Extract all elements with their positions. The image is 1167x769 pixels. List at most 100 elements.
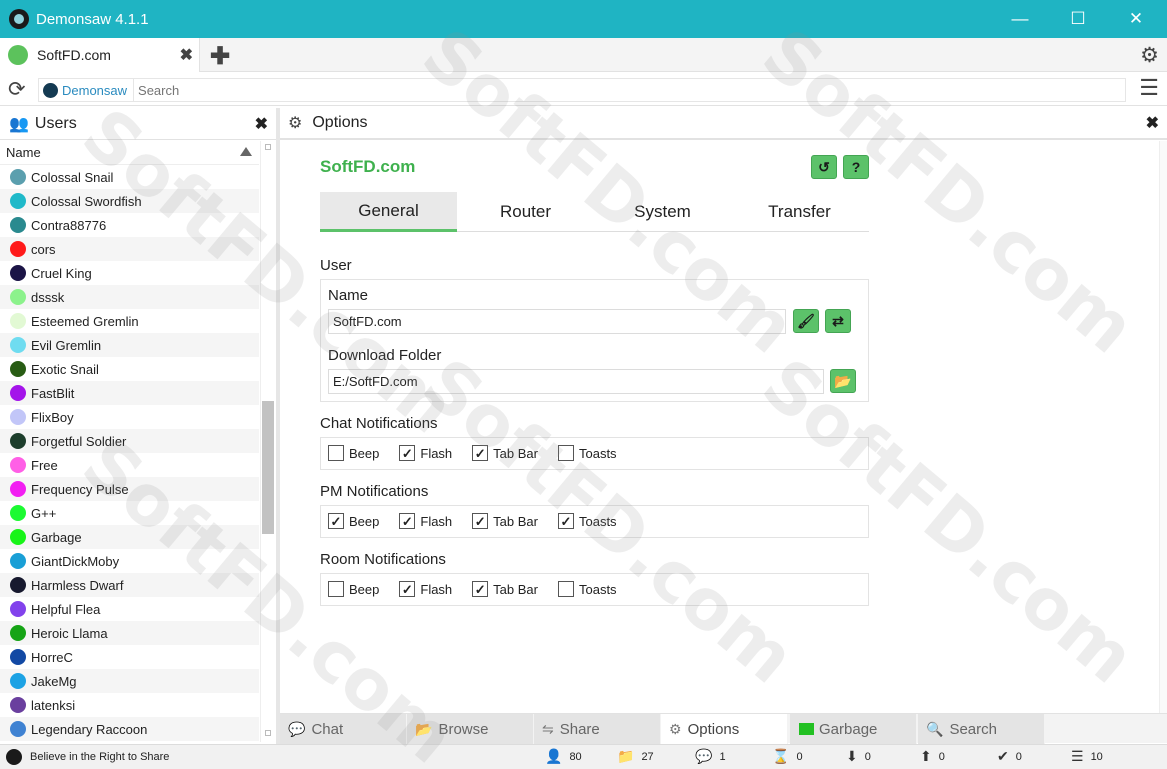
chat-icon: 💬 [288,720,306,737]
chat-icon: 💬 [695,748,713,764]
user-color-dot [10,169,26,185]
sort-up-icon[interactable] [240,147,252,156]
list-item[interactable]: Forgetful Soldier [0,429,259,453]
checkbox-beep[interactable]: Beep [328,581,379,597]
list-item[interactable]: Harmless Dwarf [0,573,259,597]
paint-brush-icon[interactable]: 🖌 [793,309,819,333]
pm-notifications-label: PM Notifications [320,483,429,500]
checkbox-empty-icon[interactable] [557,445,574,461]
checkbox-checked-icon[interactable]: ✓ [472,581,489,597]
tab-router[interactable]: Router [457,192,594,232]
list-item[interactable]: HorreC [0,645,259,669]
list-item[interactable]: GiantDickMoby [0,549,259,573]
checkbox-checked-icon[interactable]: ✓ [399,445,416,461]
list-item[interactable]: FlixBoy [0,405,259,429]
list-item[interactable]: Helpful Flea [0,597,259,621]
list-item[interactable]: FastBlit [0,381,259,405]
checkbox-beep[interactable]: Beep [328,445,379,461]
user-color-dot [10,625,26,641]
search-input[interactable] [133,79,1125,101]
name-column-header[interactable]: Name [0,141,259,165]
checkbox-empty-icon[interactable] [557,581,574,597]
list-item[interactable]: G++ [0,501,259,525]
tab-chat[interactable]: 💬 Chat [280,714,407,744]
demonsaw-logo-icon [43,82,58,98]
add-tab-icon[interactable]: ✚ [210,42,230,71]
checkbox-checked-icon[interactable]: ✓ [557,513,574,529]
list-item[interactable]: cors [0,237,259,261]
user-name: Exotic Snail [31,361,99,377]
checkbox-checked-icon[interactable]: ✓ [399,581,416,597]
tab-softfd[interactable]: SoftFD.com ✖ [0,38,200,72]
checkbox-toasts[interactable]: ✓ Toasts [557,513,617,529]
reset-icon[interactable]: ↺ [811,155,837,179]
site-link[interactable]: Demonsaw [62,83,127,98]
checkbox-checked-icon[interactable]: ✓ [472,445,489,461]
tab-transfer[interactable]: Transfer [731,192,868,232]
tab-options[interactable]: ⚙ Options [661,714,788,744]
list-item[interactable]: Frequency Pulse [0,477,259,501]
tab-browse[interactable]: 📂 Browse [407,714,534,744]
list-item[interactable]: Legendary Raccoon [0,717,259,741]
tab-system[interactable]: System [594,192,731,232]
checkbox-flash[interactable]: ✓ Flash [399,445,452,461]
list-item[interactable]: JakeMg [0,669,259,693]
tab-garbage[interactable]: Garbage [790,714,917,744]
checkbox-label: Flash [420,513,453,529]
checkbox-checked-icon[interactable]: ✓ [399,513,416,529]
users-panel-header: 👥 Users ✖ [0,108,276,140]
list-item[interactable]: Heroic Llama [0,621,259,645]
close-window-button[interactable]: ✕ [1107,0,1165,38]
list-item[interactable]: dsssk [0,285,259,309]
checkbox-checked-icon[interactable]: ✓ [472,513,489,529]
scroll-thumb[interactable] [262,401,274,534]
checkbox-beep[interactable]: ✓ Beep [328,513,379,529]
folder-open-icon[interactable]: 📂 [830,369,856,393]
maximize-button[interactable]: ☐ [1049,0,1107,38]
checkbox-empty-icon[interactable] [328,445,344,461]
checkbox-flash[interactable]: ✓ Flash [399,513,452,529]
user-name: FastBlit [31,385,75,401]
download-folder-field[interactable] [328,369,824,394]
checkbox-flash[interactable]: ✓ Flash [399,581,452,597]
tab-share[interactable]: ⇋ Share [534,714,661,744]
list-item[interactable]: Exotic Snail [0,357,259,381]
checkbox-label: Toasts [578,445,617,461]
shuffle-icon[interactable]: ⇄ [825,309,851,333]
garbage-icon [799,723,814,735]
panel-divider[interactable] [276,108,280,744]
scroll-up-arrow[interactable] [265,144,271,150]
close-users-icon[interactable]: ✖ [255,114,268,134]
checkbox-toasts[interactable]: Toasts [557,581,617,597]
minimize-button[interactable]: — [991,0,1049,38]
help-icon[interactable]: ? [843,155,869,179]
column-label: Name [6,145,41,160]
checkbox-tab-bar[interactable]: ✓ Tab Bar [472,445,538,461]
scroll-down-arrow[interactable] [265,730,271,736]
list-item[interactable]: Esteemed Gremlin [0,309,259,333]
checkbox-empty-icon[interactable] [328,581,344,597]
name-field[interactable] [328,309,786,334]
checkbox-tab-bar[interactable]: ✓ Tab Bar [472,581,538,597]
refresh-icon[interactable]: ⟳ [8,77,26,102]
list-item[interactable]: Cruel King [0,261,259,285]
checkbox-checked-icon[interactable]: ✓ [328,513,344,529]
checkbox-tab-bar[interactable]: ✓ Tab Bar [472,513,538,529]
list-item[interactable]: Colossal Snail [0,165,259,189]
close-options-icon[interactable]: ✖ [1146,113,1159,133]
list-item[interactable]: latenksi [0,693,259,717]
checkbox-toasts[interactable]: Toasts [557,445,617,461]
list-item[interactable]: Free [0,453,259,477]
close-tab-icon[interactable]: ✖ [180,45,193,65]
gear-icon[interactable]: ⚙ [1140,43,1159,68]
tab-general[interactable]: General [320,192,457,232]
list-item[interactable]: Evil Gremlin [0,333,259,357]
list-item[interactable]: Garbage [0,525,259,549]
hamburger-menu-icon[interactable]: ☰ [1139,75,1159,101]
tab-search[interactable]: 🔍 Search [918,714,1045,744]
users-scrollbar[interactable] [260,141,275,742]
list-item[interactable]: Contra88776 [0,213,259,237]
hourglass-icon: ⌛ [772,748,790,764]
options-scrollbar[interactable] [1159,141,1167,713]
list-item[interactable]: Colossal Swordfish [0,189,259,213]
